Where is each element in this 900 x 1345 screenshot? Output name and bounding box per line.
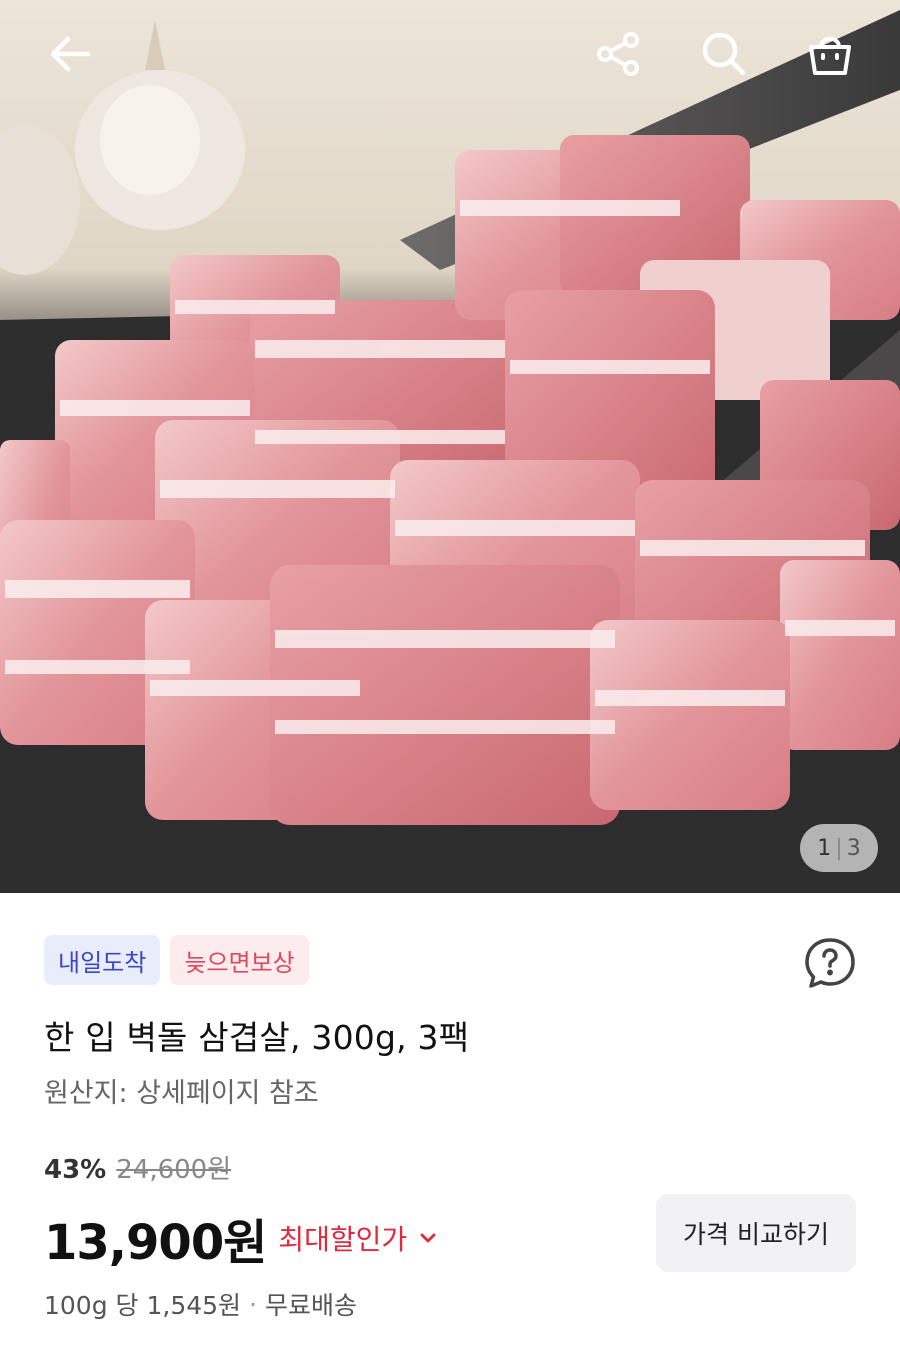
product-photo: [0, 0, 900, 893]
total-pages: 3: [846, 835, 861, 861]
search-button[interactable]: [694, 24, 754, 84]
image-page-indicator: 1 | 3: [800, 824, 878, 872]
help-button[interactable]: [802, 935, 858, 991]
discount-row: 43% 24,600원: [44, 1149, 231, 1186]
chevron-down-icon: [420, 1233, 436, 1243]
unit-price-row: 100g 당 1,545원 · 무료배송: [44, 1286, 357, 1322]
page-separator: |: [835, 835, 843, 861]
product-info-section: 내일도착 늦으면보상 한 입 벽돌 삼겹살, 300g, 3팩 원산지: 상세페…: [0, 893, 900, 1345]
shipping-info: 무료배송: [265, 1291, 358, 1320]
sale-price: 13,900원: [44, 1215, 267, 1271]
product-origin: 원산지: 상세페이지 참조: [44, 1078, 319, 1109]
arrow-left-icon: [50, 36, 91, 72]
current-page: 1: [817, 835, 832, 861]
arrival-badge: 내일도착: [44, 935, 161, 985]
delivery-badges: 내일도착 늦으면보상: [44, 935, 309, 985]
max-discount-label: 최대할인가: [278, 1223, 408, 1256]
cart-button[interactable]: [800, 24, 860, 84]
share-icon: [597, 32, 639, 76]
shopping-bag-icon: [809, 36, 851, 75]
back-button[interactable]: [40, 24, 100, 84]
unit-price: 100g 당 1,545원: [44, 1291, 242, 1320]
search-icon: [702, 32, 746, 76]
product-image-gallery[interactable]: 1 | 3: [0, 0, 900, 893]
max-discount-toggle[interactable]: 최대할인가: [278, 1218, 439, 1258]
share-button[interactable]: [588, 24, 648, 84]
late-compensation-badge: 늦으면보상: [170, 935, 309, 985]
discount-rate: 43%: [44, 1155, 107, 1185]
original-price: 24,600원: [116, 1155, 232, 1185]
top-bar: [0, 0, 900, 110]
question-bubble-icon: [805, 938, 855, 988]
product-title: 한 입 벽돌 삼겹살, 300g, 3팩: [44, 1018, 470, 1057]
price-row: 13,900원 최대할인가: [44, 1203, 439, 1273]
separator-dot: ·: [249, 1289, 258, 1319]
price-compare-button[interactable]: 가격 비교하기: [656, 1194, 856, 1272]
